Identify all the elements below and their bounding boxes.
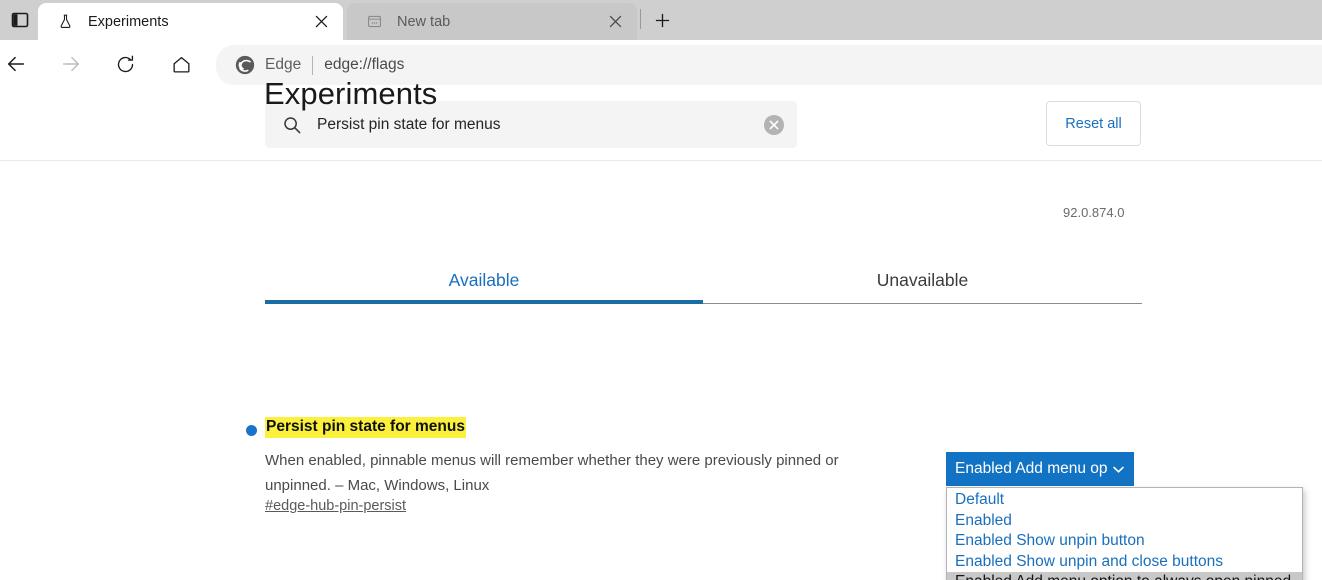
chevron-down-icon xyxy=(1111,462,1126,477)
home-icon[interactable] xyxy=(165,48,197,80)
back-arrow-icon[interactable] xyxy=(0,48,32,80)
tab-unavailable[interactable]: Unavailable xyxy=(703,256,1142,304)
flag-description: When enabled, pinnable menus will rememb… xyxy=(265,448,885,498)
dropdown-option[interactable]: Enabled xyxy=(947,511,1302,532)
flag-select-dropdown[interactable]: Default Enabled Enabled Show unpin butto… xyxy=(946,487,1303,580)
omnibox-brand-label: Edge xyxy=(265,56,301,74)
flags-page: Reset all Experiments 92.0.874.0 Availab… xyxy=(0,88,1322,580)
forward-arrow-icon xyxy=(55,48,87,80)
edge-logo-icon xyxy=(234,54,256,76)
reload-icon[interactable] xyxy=(109,48,141,80)
tab-active-indicator xyxy=(265,300,703,304)
tab-available[interactable]: Available xyxy=(265,256,703,304)
tab-separator xyxy=(640,9,641,29)
tab-actions-icon[interactable] xyxy=(4,4,36,36)
version-label: 92.0.874.0 xyxy=(1063,205,1124,220)
new-tab-button[interactable] xyxy=(648,6,676,34)
flags-tabs: Available Unavailable xyxy=(265,256,1142,304)
clear-circle-icon[interactable] xyxy=(763,114,785,136)
close-icon[interactable] xyxy=(601,8,629,36)
flask-icon xyxy=(56,13,74,31)
flags-body: Experiments 92.0.874.0 Available Unavail… xyxy=(0,162,1322,580)
flag-id-link[interactable]: #edge-hub-pin-persist xyxy=(265,498,406,514)
omnibox-url-text: edge://flags xyxy=(324,56,404,74)
page-icon xyxy=(365,13,383,31)
status-dot-icon xyxy=(246,425,257,436)
tab-title: New tab xyxy=(397,14,601,30)
browser-toolbar: Edge edge://flags xyxy=(0,40,1322,88)
search-icon xyxy=(282,115,302,135)
reset-all-button[interactable]: Reset all xyxy=(1046,101,1141,146)
omnibox-divider xyxy=(312,56,313,75)
tab-experiments[interactable]: Experiments xyxy=(38,3,343,40)
dropdown-option[interactable]: Default xyxy=(947,490,1302,511)
close-icon[interactable] xyxy=(307,8,335,36)
flag-select-value: Enabled Add menu op xyxy=(955,460,1111,478)
page-title: Experiments xyxy=(264,76,437,112)
browser-window: Experiments New tab xyxy=(0,0,1322,580)
tab-new-tab[interactable]: New tab xyxy=(347,3,637,40)
dropdown-option-selected[interactable]: Enabled Add menu option to always open p… xyxy=(947,572,1302,580)
flag-title: Persist pin state for menus xyxy=(265,417,466,438)
dropdown-option[interactable]: Enabled Show unpin button xyxy=(947,531,1302,552)
tab-strip: Experiments New tab xyxy=(0,0,1322,40)
search-input[interactable] xyxy=(315,115,763,135)
dropdown-option[interactable]: Enabled Show unpin and close buttons xyxy=(947,552,1302,573)
flags-search-header: Reset all xyxy=(0,88,1322,161)
flag-select-button[interactable]: Enabled Add menu op xyxy=(946,452,1134,486)
tab-title: Experiments xyxy=(88,14,307,30)
